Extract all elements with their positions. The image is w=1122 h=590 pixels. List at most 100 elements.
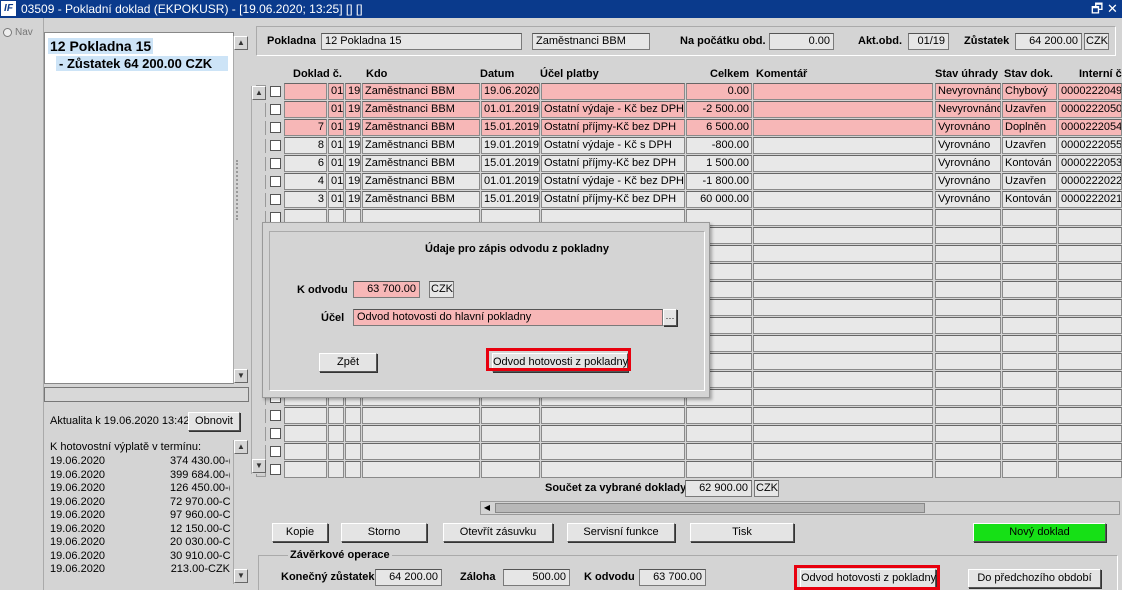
- grid-cell-stav-uhrady[interactable]: [935, 353, 1001, 370]
- grid-cell-m[interactable]: 01: [328, 101, 344, 118]
- grid-cell-komentar[interactable]: [753, 137, 933, 154]
- grid-cell-ucel[interactable]: Ostatní příjmy-Kč bez DPH: [541, 119, 685, 136]
- grid-cell-stav-uhrady[interactable]: [935, 371, 1001, 388]
- grid-cell-interni[interactable]: [1058, 371, 1122, 388]
- grid-cell-stav-uhrady[interactable]: Vyrovnáno: [935, 137, 1001, 154]
- grid-cell-datum[interactable]: 01.01.2019: [481, 173, 540, 190]
- grid-cell-interni[interactable]: 0000222021: [1058, 191, 1122, 208]
- tree-root[interactable]: 12 Pokladna 15: [48, 38, 154, 54]
- group-field[interactable]: Zaměstnanci BBM: [532, 33, 650, 50]
- grid-cell-stav-uhrady[interactable]: [935, 209, 1001, 226]
- grid-cell-datum[interactable]: 19.06.2020: [481, 83, 540, 100]
- cash-register-tree[interactable]: 12 Pokladna 15 - Zůstatek 64 200.00 CZK: [44, 32, 234, 384]
- grid-cell-stav-uhrady[interactable]: [935, 335, 1001, 352]
- grid-cell-komentar[interactable]: [753, 425, 933, 442]
- grid-cell-doklad[interactable]: 7: [284, 119, 327, 136]
- storno-button[interactable]: Storno: [341, 523, 427, 542]
- grid-cell-kdo[interactable]: Zaměstnanci BBM: [362, 191, 480, 208]
- grid-cell-y[interactable]: 19: [345, 119, 361, 136]
- grid-cell-ucel[interactable]: Ostatní výdaje - Kč bez DPH (: [541, 173, 685, 190]
- grid-cell-komentar[interactable]: [753, 389, 933, 406]
- grid-cell-ucel[interactable]: [541, 443, 685, 460]
- grid-cell-doklad[interactable]: [284, 425, 327, 442]
- col-doklad[interactable]: Doklad č.: [293, 68, 342, 80]
- grid-cell-datum[interactable]: [481, 425, 540, 442]
- col-kdo[interactable]: Kdo: [366, 68, 387, 80]
- grid-cell-kdo[interactable]: Zaměstnanci BBM: [362, 101, 480, 118]
- row-checkbox[interactable]: [270, 194, 281, 205]
- splitter-handle[interactable]: [236, 160, 240, 220]
- zaloha-field[interactable]: 500.00: [503, 569, 570, 586]
- grid-cell-stav-uhrady[interactable]: [935, 461, 1001, 478]
- grid-cell-stav-uhrady[interactable]: [935, 317, 1001, 334]
- grid-cell-doklad[interactable]: [284, 443, 327, 460]
- grid-cell-y[interactable]: 19: [345, 83, 361, 100]
- grid-cell-stav-dok[interactable]: Kontován: [1002, 191, 1057, 208]
- grid-cell-stav-dok[interactable]: [1002, 209, 1057, 226]
- grid-cell-komentar[interactable]: [753, 353, 933, 370]
- grid-cell-interni[interactable]: 0000222054: [1058, 119, 1122, 136]
- grid-cell-interni[interactable]: 0000222022: [1058, 173, 1122, 190]
- grid-cell-komentar[interactable]: [753, 191, 933, 208]
- grid-cell-m[interactable]: 01: [328, 191, 344, 208]
- tree-hscrollbar[interactable]: [44, 387, 249, 402]
- row-checkbox[interactable]: [270, 104, 281, 115]
- grid-cell-y[interactable]: 19: [345, 137, 361, 154]
- row-checkbox[interactable]: [270, 122, 281, 133]
- grid-cell-komentar[interactable]: [753, 245, 933, 262]
- grid-cell-m[interactable]: [328, 425, 344, 442]
- grid-cell-celkem[interactable]: [686, 407, 752, 424]
- grid-cell-interni[interactable]: [1058, 443, 1122, 460]
- grid-cell-kdo[interactable]: Zaměstnanci BBM: [362, 83, 480, 100]
- hscroll-thumb[interactable]: [495, 503, 925, 513]
- grid-cell-interni[interactable]: [1058, 461, 1122, 478]
- nazacatku-field[interactable]: 0.00: [769, 33, 834, 50]
- col-komentar[interactable]: Komentář: [756, 68, 807, 80]
- grid-cell-celkem[interactable]: [686, 443, 752, 460]
- grid-cell-datum[interactable]: [481, 461, 540, 478]
- grid-cell-komentar[interactable]: [753, 317, 933, 334]
- grid-cell-y[interactable]: [345, 425, 361, 442]
- dialog-lookup-button[interactable]: ···: [663, 309, 677, 326]
- col-ucel[interactable]: Účel platby: [540, 68, 599, 80]
- refresh-button[interactable]: Obnovit: [188, 412, 240, 431]
- row-checkbox[interactable]: [270, 86, 281, 97]
- grid-cell-stav-uhrady[interactable]: [935, 389, 1001, 406]
- grid-cell-datum[interactable]: [481, 407, 540, 424]
- scroll-down-icon[interactable]: ▼: [234, 569, 248, 583]
- grid-cell-m[interactable]: 01: [328, 83, 344, 100]
- grid-cell-stav-dok[interactable]: [1002, 227, 1057, 244]
- grid-cell-stav-dok[interactable]: [1002, 461, 1057, 478]
- grid-cell-komentar[interactable]: [753, 173, 933, 190]
- copy-button[interactable]: Kopie: [272, 523, 328, 542]
- grid-cell-stav-dok[interactable]: [1002, 371, 1057, 388]
- restore-icon[interactable]: 🗗: [1091, 0, 1103, 18]
- service-functions-button[interactable]: Servisní funkce: [567, 523, 675, 542]
- currency-field[interactable]: CZK: [1084, 33, 1109, 50]
- print-button[interactable]: Tisk: [690, 523, 794, 542]
- grid-cell-ucel[interactable]: Ostatní výdaje - Kč bez DPH (: [541, 101, 685, 118]
- grid-cell-ucel[interactable]: [541, 83, 685, 100]
- grid-cell-datum[interactable]: 15.01.2019: [481, 155, 540, 172]
- grid-cell-interni[interactable]: [1058, 227, 1122, 244]
- grid-cell-y[interactable]: [345, 461, 361, 478]
- grid-cell-komentar[interactable]: [753, 461, 933, 478]
- grid-cell-komentar[interactable]: [753, 209, 933, 226]
- grid-cell-kdo[interactable]: Zaměstnanci BBM: [362, 137, 480, 154]
- grid-cell-stav-uhrady[interactable]: [935, 443, 1001, 460]
- grid-cell-celkem[interactable]: 0.00: [686, 83, 752, 100]
- grid-cell-interni[interactable]: [1058, 335, 1122, 352]
- grid-cell-ucel[interactable]: Ostatní výdaje - Kč s DPH: [541, 137, 685, 154]
- grid-cell-stav-uhrady[interactable]: [935, 299, 1001, 316]
- grid-cell-stav-dok[interactable]: [1002, 425, 1057, 442]
- col-interni[interactable]: Interní č.: [1079, 68, 1122, 80]
- grid-cell-komentar[interactable]: [753, 443, 933, 460]
- row-checkbox[interactable]: [270, 410, 281, 421]
- grid-cell-y[interactable]: [345, 407, 361, 424]
- grid-cell-interni[interactable]: [1058, 353, 1122, 370]
- grid-cell-stav-dok[interactable]: Uzavřen: [1002, 173, 1057, 190]
- grid-cell-interni[interactable]: [1058, 245, 1122, 262]
- open-drawer-button[interactable]: Otevřít zásuvku: [443, 523, 553, 542]
- grid-cell-kdo[interactable]: [362, 407, 480, 424]
- grid-cell-stav-dok[interactable]: [1002, 281, 1057, 298]
